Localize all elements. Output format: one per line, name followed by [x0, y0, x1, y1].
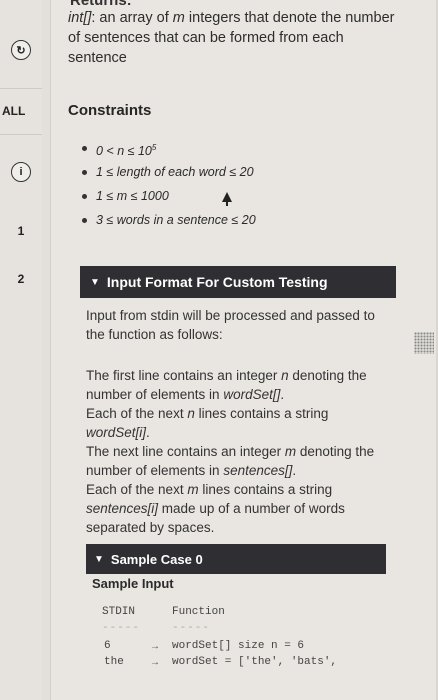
input-format-intro: Input from stdin will be processed and p…: [86, 308, 375, 342]
detail-text: .: [280, 387, 285, 402]
input-format-details: The first line contains an integer n den…: [86, 366, 386, 537]
constraints-heading: Constraints: [68, 102, 152, 119]
detail-text: lines contains a string: [198, 482, 333, 497]
input-format-toggle[interactable]: ▼ Input Format For Custom Testing: [80, 266, 396, 298]
var-n: n: [187, 406, 195, 421]
detail-text: Each of the next: [86, 406, 188, 421]
function-cell: wordSet[] size n = 6: [172, 640, 305, 652]
test-case-label: 2: [17, 272, 25, 286]
col-stdin-header: STDIN: [102, 606, 136, 618]
rail-divider: [0, 88, 42, 89]
triangle-down-icon: ▼: [90, 276, 100, 288]
constraint-item: 1 ≤ length of each word ≤ 20: [82, 164, 256, 188]
stdin-cell: 6: [104, 640, 111, 652]
constraint-text: 0 < n ≤ 10: [96, 144, 152, 159]
triangle-down-icon: ▼: [94, 553, 104, 565]
info-button[interactable]: i: [0, 160, 42, 184]
detail-text: lines contains a string: [194, 406, 329, 421]
refresh-icon: ↻: [11, 40, 31, 60]
var-m: m: [172, 10, 185, 26]
mouse-cursor-icon: [222, 192, 232, 206]
col-function-rule: -----: [172, 622, 211, 634]
test-case-item-2[interactable]: 2: [0, 270, 42, 288]
var-n: n: [281, 368, 289, 383]
arrow-right-icon: →: [150, 641, 160, 652]
col-function-header: Function: [172, 606, 225, 618]
sample-case-toggle[interactable]: ▼ Sample Case 0: [86, 544, 386, 574]
detail-text: .: [146, 425, 150, 440]
constraint-exponent: 5: [151, 143, 157, 152]
detail-text: The first line contains an integer: [86, 368, 282, 383]
filter-all-label: ALL: [2, 104, 26, 118]
var-wordset-i: wordSet[i]: [86, 425, 147, 440]
stdin-cell: the: [104, 656, 124, 668]
constraint-item: 3 ≤ words in a sentence ≤ 20: [82, 212, 256, 236]
refresh-button[interactable]: ↻: [0, 38, 42, 62]
test-case-label: 1: [17, 224, 25, 238]
arrow-right-icon: →: [150, 657, 160, 668]
detail-text: The next line contains an integer: [86, 444, 285, 459]
test-case-item-1[interactable]: 1: [0, 222, 42, 240]
detail-text: Each of the next: [86, 482, 188, 497]
resize-handle-icon[interactable]: [414, 332, 434, 354]
info-icon: i: [11, 162, 31, 182]
rail-divider: [0, 134, 42, 135]
constraints-list: 0 < n ≤ 105 1 ≤ length of each word ≤ 20…: [82, 140, 256, 236]
function-cell: wordSet = ['the', 'bats',: [172, 656, 338, 668]
var-sentences: sentences[]: [223, 463, 293, 478]
var-wordset: wordSet[]: [223, 387, 281, 402]
sample-input-heading: Sample Input: [92, 576, 174, 591]
col-stdin-rule: -----: [102, 622, 141, 634]
filter-all-tab[interactable]: ALL: [0, 100, 50, 122]
sample-case-title: Sample Case 0: [110, 551, 203, 567]
var-sentences-i: sentences[i]: [86, 501, 159, 516]
var-m: m: [187, 482, 199, 497]
var-m: m: [284, 444, 297, 459]
returns-text: : an array of: [91, 10, 173, 26]
detail-text: .: [292, 463, 297, 478]
constraint-item: 0 < n ≤ 105: [82, 140, 256, 164]
input-format-title: Input Format For Custom Testing: [106, 274, 328, 290]
return-type: int[]: [68, 10, 92, 26]
returns-description: int[]: an array of m integers that denot…: [68, 8, 398, 68]
